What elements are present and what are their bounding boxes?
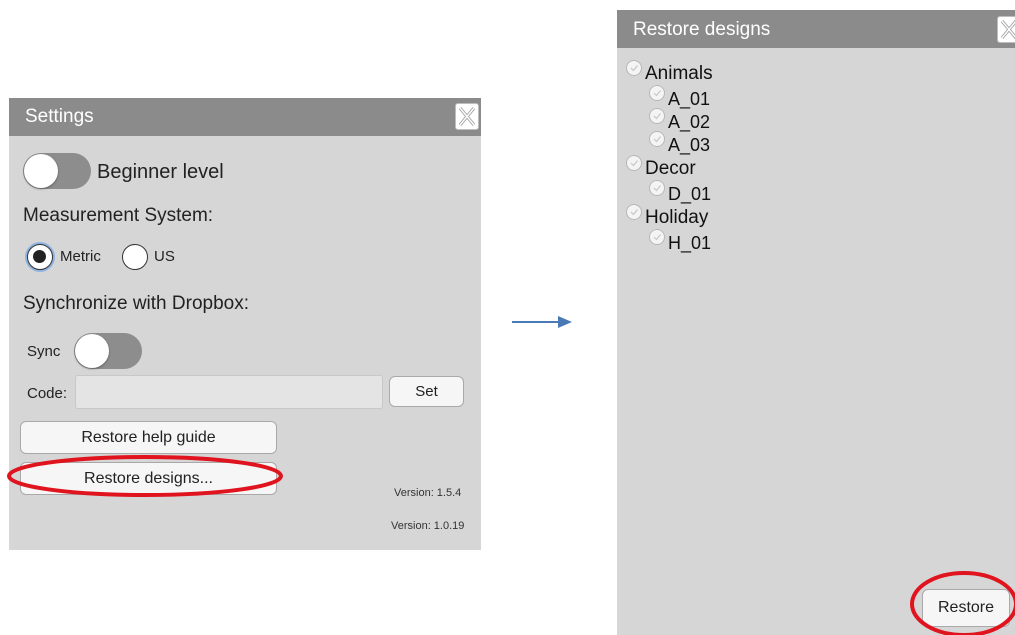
code-label: Code: [27,385,68,402]
settings-titlebar: Settings [9,98,481,136]
tree-item-holiday[interactable]: Holiday [626,204,709,229]
sync-toggle[interactable] [74,333,142,369]
code-input[interactable] [75,375,383,409]
settings-title: Settings [25,106,94,127]
us-radio[interactable] [122,244,148,270]
tree-item-label: D_01 [668,183,712,204]
checkbox-icon[interactable] [626,204,642,220]
beginner-level-label: Beginner level [97,161,224,183]
tree-item-label: A_03 [668,134,711,155]
measurement-system-label: Measurement System: [23,205,214,226]
restore-help-guide-button[interactable]: Restore help guide [20,421,277,454]
metric-radio-label: Metric [60,248,101,265]
close-button[interactable] [455,103,479,130]
restore-titlebar: Restore designs [617,10,1015,48]
close-button[interactable] [997,16,1015,43]
checkbox-icon[interactable] [626,155,642,171]
tree-item-a02[interactable]: A_02 [649,108,711,133]
checkbox-icon[interactable] [649,229,665,245]
metric-radio[interactable] [27,244,53,270]
checkbox-icon[interactable] [649,108,665,124]
highlight-ellipse-restore-button [910,571,1015,635]
tree-item-animals[interactable]: Animals [626,60,713,85]
flow-arrow-icon [512,316,572,328]
close-icon [458,106,476,127]
tree-item-a01[interactable]: A_01 [649,85,711,110]
tree-item-d01[interactable]: D_01 [649,180,712,205]
dropbox-sync-label: Synchronize with Dropbox: [23,293,249,314]
us-radio-label: US [154,248,175,265]
checkbox-icon[interactable] [649,131,665,147]
version-label-1: Version: 1.5.4 [394,487,462,499]
set-button[interactable]: Set [389,376,464,407]
tree-item-label: A_01 [668,88,711,109]
toggle-knob [24,154,58,188]
tree-item-h01[interactable]: H_01 [649,229,712,254]
tree-item-label: Holiday [645,207,709,228]
tree-item-label: Decor [645,158,696,179]
version-label-2: Version: 1.0.19 [391,520,465,532]
restore-title: Restore designs [633,19,771,40]
highlight-ellipse-restore-designs [7,455,283,497]
sync-label: Sync [27,343,61,360]
tree-item-a03[interactable]: A_03 [649,131,711,156]
toggle-knob [75,334,109,368]
checkbox-icon[interactable] [649,180,665,196]
tree-item-label: Animals [645,63,713,84]
tree-item-decor[interactable]: Decor [626,155,696,180]
tree-item-label: A_02 [668,111,711,132]
checkbox-icon[interactable] [649,85,665,101]
tree-item-label: H_01 [668,232,712,253]
restore-designs-dialog: Restore designs Animals A_01 A_02 A_03 D… [617,10,1015,635]
checkbox-icon[interactable] [626,60,642,76]
close-icon [1000,19,1015,40]
beginner-level-toggle[interactable] [23,153,91,189]
